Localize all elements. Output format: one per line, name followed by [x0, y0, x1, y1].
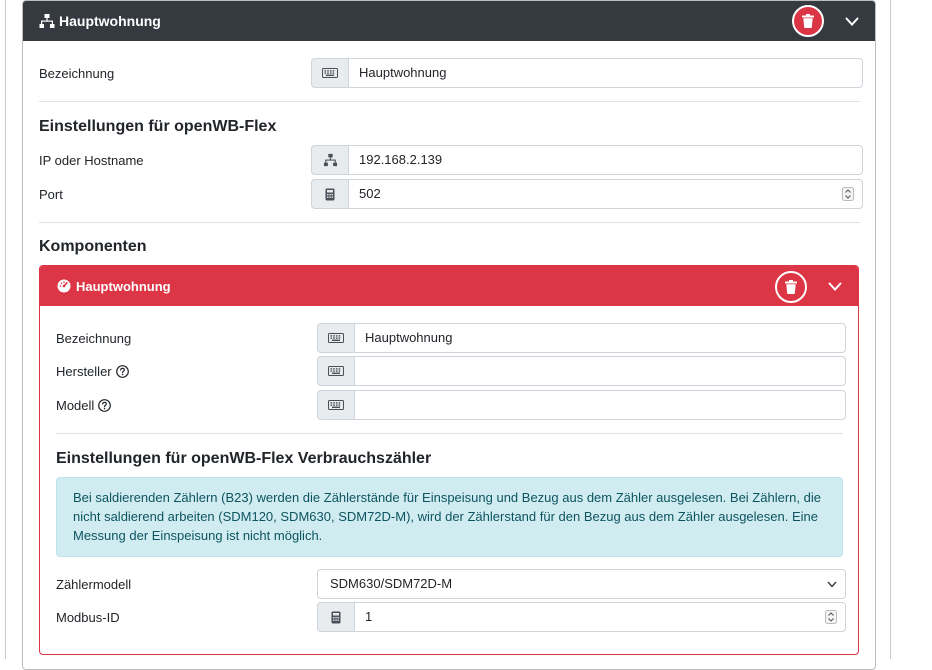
divider	[39, 101, 860, 102]
delete-device-button[interactable]	[792, 5, 824, 37]
meter-model-value: SDM630/SDM72D-M	[330, 576, 453, 591]
manufacturer-label: Hersteller	[56, 364, 129, 379]
port-value: 502	[359, 186, 381, 201]
component-card: Hauptwohnung Bezeichnung Hauptwohnung He…	[39, 265, 859, 655]
model-input[interactable]	[354, 390, 846, 420]
device-name-label: Bezeichnung	[39, 66, 115, 81]
spinner-icon[interactable]	[842, 187, 854, 201]
gauge-icon	[57, 279, 71, 293]
calculator-icon	[311, 179, 348, 209]
model-label: Modell	[56, 398, 112, 413]
page-border-left	[5, 0, 6, 659]
page-border-right	[890, 0, 891, 659]
modbus-id-value: 1	[365, 609, 373, 624]
component-name-label: Bezeichnung	[56, 331, 132, 346]
ip-label: IP oder Hostname	[39, 153, 144, 168]
manufacturer-input[interactable]	[354, 356, 846, 386]
keyboard-icon	[311, 58, 348, 88]
component-title: Hauptwohnung	[76, 279, 171, 294]
chevron-down-icon	[827, 581, 837, 588]
device-settings-heading: Einstellungen für openWB-Flex	[39, 118, 277, 135]
chevron-down-icon[interactable]	[828, 282, 842, 292]
keyboard-icon	[317, 390, 354, 420]
chevron-down-icon[interactable]	[845, 17, 859, 27]
modbus-id-input-group: 1	[317, 602, 846, 632]
trash-icon	[802, 14, 814, 28]
model-input-group	[317, 390, 846, 420]
components-heading: Komponenten	[39, 238, 147, 255]
model-label-text: Modell	[56, 398, 95, 413]
meter-model-select[interactable]: SDM630/SDM72D-M	[317, 569, 846, 599]
component-name-input[interactable]: Hauptwohnung	[354, 323, 846, 353]
trash-icon	[785, 280, 797, 294]
device-name-input-group: Hauptwohnung	[311, 58, 863, 88]
manufacturer-label-text: Hersteller	[56, 364, 112, 379]
keyboard-icon	[317, 323, 354, 353]
delete-component-button[interactable]	[775, 271, 807, 303]
component-name-input-group: Hauptwohnung	[317, 323, 846, 353]
modbus-id-label: Modbus-ID	[56, 610, 120, 625]
device-name-input[interactable]: Hauptwohnung	[348, 58, 863, 88]
network-icon	[39, 14, 55, 28]
calculator-icon	[317, 602, 354, 632]
port-input-group: 502	[311, 179, 863, 209]
spinner-icon[interactable]	[825, 610, 837, 624]
device-card: Hauptwohnung Bezeichnung Hauptwohnung Ei…	[22, 0, 876, 670]
divider	[56, 433, 843, 434]
question-circle-icon[interactable]	[98, 399, 112, 412]
ip-input-group: 192.168.2.139	[311, 145, 863, 175]
port-label: Port	[39, 187, 63, 202]
meter-model-label: Zählermodell	[56, 577, 132, 592]
keyboard-icon	[317, 356, 354, 386]
device-title: Hauptwohnung	[59, 13, 161, 29]
component-settings-heading: Einstellungen für openWB-Flex Verbrauchs…	[56, 450, 432, 467]
info-alert: Bei saldierenden Zählern (B23) werden di…	[56, 477, 843, 557]
manufacturer-input-group	[317, 356, 846, 386]
network-icon	[311, 145, 348, 175]
device-card-header[interactable]: Hauptwohnung	[23, 1, 875, 41]
ip-input[interactable]: 192.168.2.139	[348, 145, 863, 175]
modbus-id-input[interactable]: 1	[354, 602, 846, 632]
component-card-header[interactable]: Hauptwohnung	[40, 266, 858, 306]
question-circle-icon[interactable]	[115, 365, 129, 378]
port-input[interactable]: 502	[348, 179, 863, 209]
divider	[39, 222, 860, 223]
